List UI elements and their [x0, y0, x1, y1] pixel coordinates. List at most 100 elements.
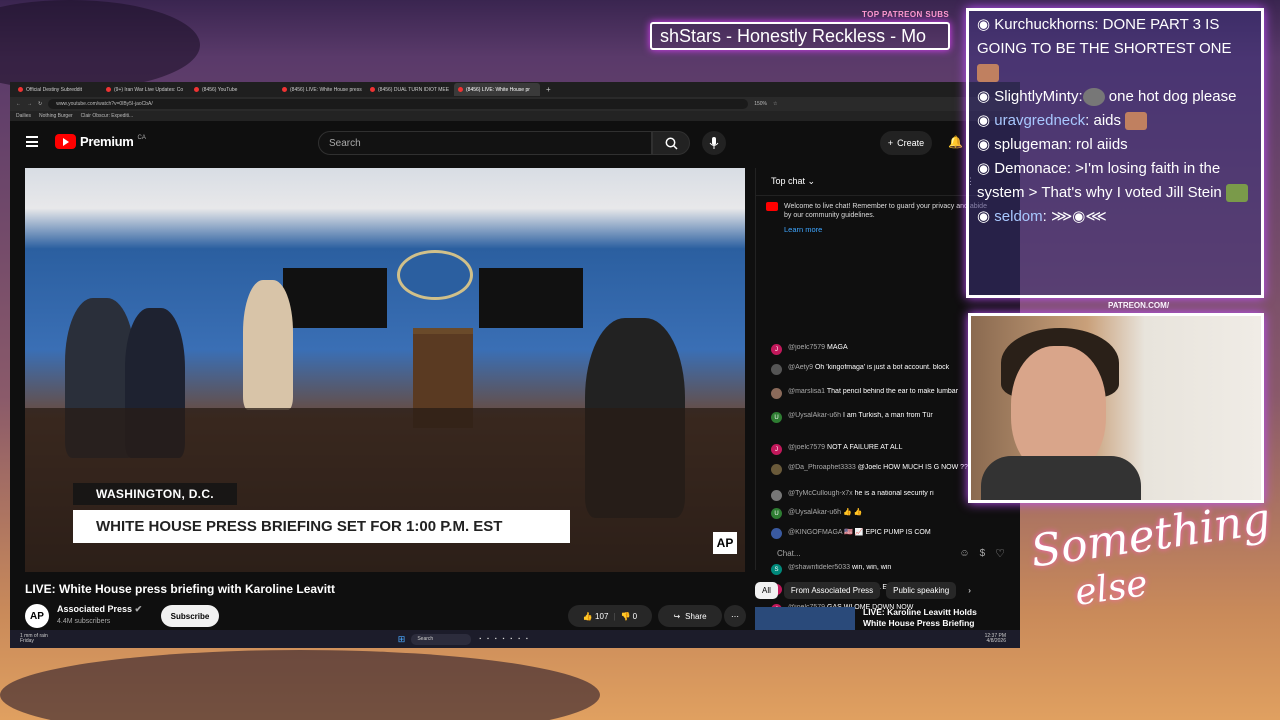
share-button[interactable]: ↪ Share — [658, 605, 722, 627]
share-icon: ↪ — [673, 611, 681, 621]
chip-all[interactable]: All — [755, 582, 778, 599]
voice-search-button[interactable] — [702, 131, 726, 155]
create-button[interactable]: + Create — [880, 131, 932, 155]
related-filter-chips: All From Associated Press Public speakin… — [755, 582, 977, 599]
chat-author-name[interactable]: @UysalAkar-u6h — [788, 509, 841, 516]
chat-author-avatar[interactable]: J — [771, 344, 782, 355]
tab-bar: Official Destiny Subreddit (9+) Iran War… — [10, 82, 1020, 97]
channel-avatar[interactable]: AP — [25, 604, 49, 628]
chat-input[interactable]: Chat... ☺ $ ♡ — [755, 538, 1005, 568]
chat-message-text: NOT A FAILURE AT ALL — [827, 444, 903, 451]
bookmark-item[interactable]: Nothing Burger — [39, 113, 73, 119]
like-button[interactable]: 👍 107 — [583, 612, 609, 621]
back-icon[interactable]: ← — [16, 101, 21, 107]
chat-welcome-banner: Welcome to live chat! Remember to guard … — [766, 202, 994, 235]
subscribe-button[interactable]: Subscribe — [161, 605, 219, 627]
emote-icon — [977, 64, 999, 83]
browser-tab[interactable]: (8456) YouTube — [190, 83, 276, 96]
chevron-right-icon[interactable]: › — [962, 582, 977, 599]
ap-logo-bug: AP — [713, 532, 737, 554]
search-button[interactable] — [652, 131, 690, 155]
browser-window: Official Destiny Subreddit (9+) Iran War… — [10, 82, 1020, 648]
palm-silhouette-left — [0, 0, 200, 90]
reload-icon[interactable]: ↻ — [38, 101, 42, 107]
chat-author-name[interactable]: @TyMcCullough-x7x — [788, 490, 853, 497]
chat-author-name[interactable]: @Aety9 — [788, 364, 813, 371]
patreon-label: TOP PATREON SUBS — [862, 10, 950, 19]
notifications-bell-icon[interactable]: 🔔 — [948, 135, 963, 149]
chat-author-avatar[interactable] — [771, 388, 782, 399]
headline-lower-third: WHITE HOUSE PRESS BRIEFING SET FOR 1:00 … — [73, 510, 570, 543]
chat-badge-icon: ◉ — [977, 208, 991, 225]
chat-badge-icon: ◉ — [977, 136, 991, 153]
emote-icon — [1225, 184, 1248, 203]
patreon-ticker: shStars - Honestly Reckless - Mo — [650, 22, 950, 50]
taskbar-search[interactable]: Search — [411, 633, 472, 645]
browser-tab[interactable]: (9+) Iran War Live Updates: Co — [102, 83, 188, 96]
like-dislike-group: 👍 107 | 👎 0 — [568, 605, 652, 627]
browser-tab-active[interactable]: (8456) LIVE: White House pr — [454, 83, 540, 96]
stream-chat-overlay: ◉ Kurchuckhorns: DONE PART 3 IS GOING TO… — [966, 8, 1264, 298]
browser-tab[interactable]: Official Destiny Subreddit — [14, 83, 100, 96]
patreon-url: PATREON.COM/ — [1108, 301, 1170, 310]
chat-author-name[interactable]: @UysalAkar-u6h — [788, 412, 841, 419]
emote-icon — [1125, 112, 1148, 131]
bookmarks-bar: Dailies Nothing Burger Clair Obscur: Exp… — [10, 111, 1020, 121]
clock[interactable]: 12:37 PM 4/8/2026 — [985, 633, 1006, 645]
start-icon[interactable]: ⊞ — [398, 634, 406, 645]
browser-tab[interactable]: (8456) LIVE: White House press — [278, 83, 364, 96]
chat-author-avatar[interactable] — [771, 464, 782, 475]
chat-author-avatar[interactable]: J — [771, 444, 782, 455]
chat-message-text: I am Turkish, a man from Tür — [842, 412, 933, 419]
menu-icon[interactable] — [26, 136, 38, 147]
browser-tab[interactable]: (8456) DUAL TURN IDIOT MEE — [366, 83, 452, 96]
chat-message-text: That pencil behind the ear to make lumba… — [826, 388, 959, 395]
bookmark-star-icon[interactable]: ☆ — [773, 101, 777, 107]
chip-from-channel[interactable]: From Associated Press — [783, 582, 881, 599]
zoom-badge[interactable]: 150% — [754, 101, 767, 107]
signature-text: else — [1072, 563, 1151, 614]
tab-favicon-icon — [282, 87, 287, 92]
youtube-logo[interactable]: Premium CA — [55, 134, 146, 149]
video-player[interactable]: WASHINGTON, D.C. WHITE HOUSE PRESS BRIEF… — [25, 168, 745, 572]
weather-widget[interactable]: 1 mm of rain Friday — [20, 633, 48, 645]
chat-author-avatar[interactable] — [771, 364, 782, 375]
search-input[interactable]: Search — [318, 131, 652, 155]
new-tab-icon[interactable]: + — [546, 85, 551, 94]
video-title: LIVE: White House press briefing with Ka… — [25, 582, 336, 596]
chat-author-name[interactable]: @joelc7579 — [788, 444, 825, 451]
tab-favicon-icon — [194, 87, 199, 92]
dislike-button[interactable]: 👎 0 — [620, 612, 637, 621]
learn-more-link[interactable]: Learn more — [784, 225, 994, 235]
stream-chat-line: ◉ Demonace: >I'm losing faith in the sys… — [977, 157, 1253, 205]
chevron-down-icon: ⌄ — [807, 176, 816, 186]
chip-public-speaking[interactable]: Public speaking — [886, 582, 957, 599]
chat-message-text: @Joelc HOW MUCH IS G NOW ??? — [857, 464, 972, 471]
forward-icon[interactable]: → — [27, 101, 32, 107]
subscriber-count: 4.4M subscribers — [57, 618, 111, 625]
chat-author-avatar[interactable]: U — [771, 412, 782, 423]
emoji-icon[interactable]: ☺ — [959, 548, 969, 559]
chat-author-name[interactable]: @marslisa1 — [788, 388, 825, 395]
youtube-small-icon — [766, 202, 778, 211]
more-actions-button[interactable]: ⋯ — [724, 605, 746, 627]
stream-chat-line: ◉ seldom: ⋙◉⋘ — [977, 208, 1107, 225]
channel-name[interactable]: Associated Press ✔ — [57, 604, 142, 615]
chat-author-name[interactable]: @joelc7579 — [788, 344, 825, 351]
bookmark-item[interactable]: Clair Obscur: Expediti... — [81, 113, 134, 119]
chat-author-avatar[interactable] — [771, 490, 782, 501]
taskbar-app-icons[interactable]: ▪▪▪▪▪▪▪ — [479, 636, 533, 642]
chat-author-name[interactable]: @KINGOFMAGA — [788, 529, 842, 536]
location-lower-third: WASHINGTON, D.C. — [73, 483, 237, 505]
heart-icon[interactable]: ♡ — [995, 547, 1005, 560]
stream-chat-line: ◉ splugeman: rol aiids — [977, 136, 1128, 153]
url-field[interactable]: www.youtube.com/watch?v=0lBy5I-jaoCbA/ — [48, 99, 749, 109]
bookmark-item[interactable]: Dailies — [16, 113, 31, 119]
chat-mode-dropdown[interactable]: Top chat ⌄ — [771, 176, 815, 187]
tab-favicon-icon — [18, 87, 23, 92]
chat-author-name[interactable]: @Da_Phroaphet3333 — [788, 464, 856, 471]
chat-author-avatar[interactable]: U — [771, 508, 782, 519]
chat-message-text: MAGA — [827, 344, 848, 351]
super-chat-icon[interactable]: $ — [980, 548, 986, 559]
chat-message: U @UysalAkar-u6h 👍 👍 — [771, 508, 1011, 519]
